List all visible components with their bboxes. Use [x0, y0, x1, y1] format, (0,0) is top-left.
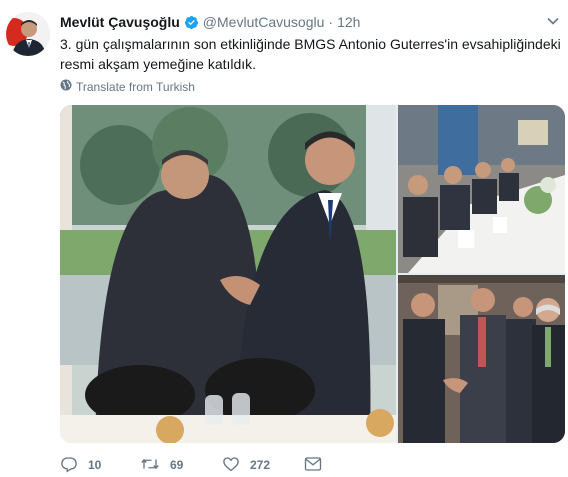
media-grid — [60, 105, 565, 443]
header-separator: · — [328, 14, 334, 30]
tweet-text: 3. gün çalışmalarının son etkinliğinde B… — [60, 36, 561, 72]
reply-icon — [60, 455, 88, 476]
tweet-actions: 10 69 272 — [60, 455, 332, 475]
retweet-button[interactable]: 69 — [140, 455, 222, 476]
tweet-header: Mevlüt Çavuşoğlu @MevlutCavusoglu · 12h — [60, 12, 568, 32]
heart-icon — [222, 455, 250, 476]
translate-link[interactable]: Translate from Turkish — [60, 79, 195, 94]
reply-count: 10 — [88, 458, 102, 472]
tweet-timestamp[interactable]: 12h — [337, 14, 360, 30]
reply-button[interactable]: 10 — [60, 455, 140, 476]
retweet-icon — [140, 455, 170, 476]
verified-badge-icon — [184, 15, 199, 30]
photo-group-standing[interactable] — [398, 275, 565, 443]
author-avatar[interactable] — [6, 12, 50, 56]
chevron-down-icon[interactable] — [546, 14, 560, 28]
like-count: 272 — [250, 458, 271, 472]
author-name[interactable]: Mevlüt Çavuşoğlu — [60, 14, 180, 30]
like-button[interactable]: 272 — [222, 455, 304, 476]
photo-handshake[interactable] — [60, 105, 396, 443]
globe-icon — [60, 79, 76, 94]
direct-message-button[interactable] — [304, 456, 332, 475]
photo-dinner-table[interactable] — [398, 105, 565, 273]
envelope-icon — [304, 456, 332, 475]
translate-label: Translate from Turkish — [76, 79, 195, 94]
retweet-count: 69 — [170, 458, 184, 472]
author-handle[interactable]: @MevlutCavusoglu — [203, 14, 325, 30]
